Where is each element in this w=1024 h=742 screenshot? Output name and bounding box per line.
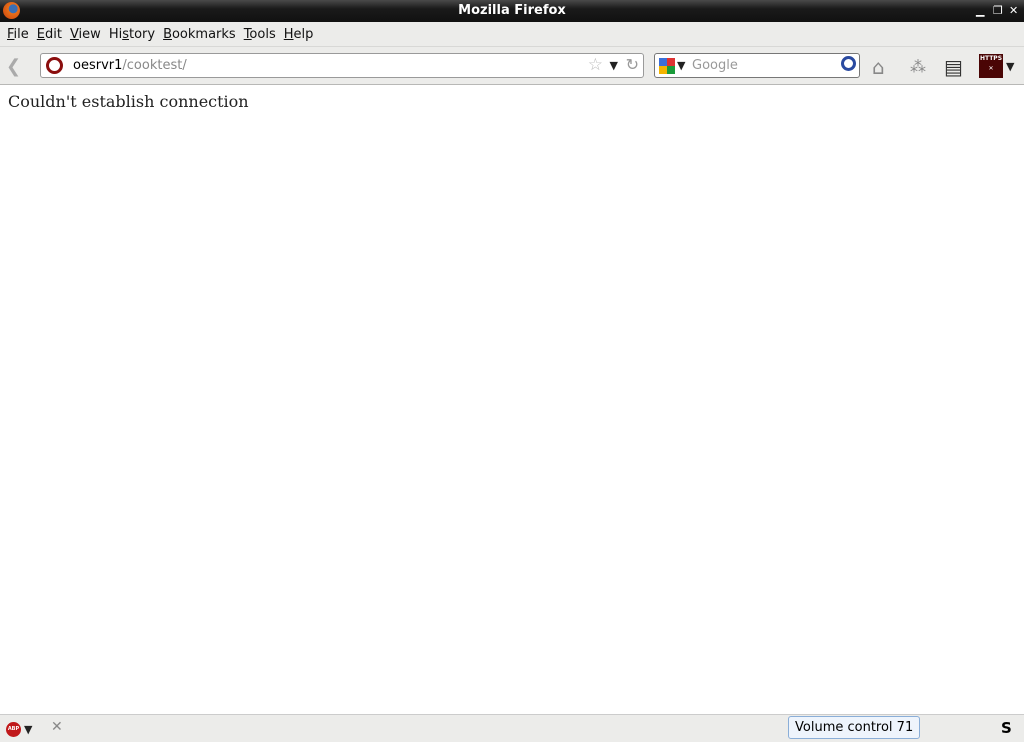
reload-icon[interactable]: ↻ [626,55,639,74]
menu-help[interactable]: HelpH [280,27,318,42]
error-message: Couldn't establish connection [8,92,249,111]
restore-icon[interactable]: ❐ [993,0,1003,22]
firefox-logo-icon [3,2,20,19]
url-text[interactable]: oesrvr1/cooktest/ [73,58,187,73]
adblock-icon[interactable]: ABP [6,722,21,737]
access-key-underline: B [163,27,172,42]
home-icon[interactable]: ⌂ [872,55,885,79]
access-key-underline: T [244,27,252,42]
volume-control[interactable]: Volume control 71 [788,716,921,739]
access-key-underline: E [37,27,45,42]
adblock-dropdown-icon[interactable]: ▼ [24,723,32,736]
access-key-underline: H [284,27,294,42]
close-icon[interactable]: ✕ [51,719,63,735]
search-engine-icon[interactable] [659,58,675,74]
search-icon[interactable] [841,56,856,71]
https-dropdown-icon[interactable]: ▼ [1006,60,1014,73]
menu-file[interactable]: FileF [3,27,33,42]
access-key-underline: His [109,27,129,42]
https-everywhere-icon[interactable]: HTTPS ✕ [979,54,1003,78]
access-key-underline: F [7,27,14,42]
navigation-toolbar: ❮ oesrvr1/cooktest/ ☆ ▼ ↻ ▼ Google ⌂ ⁂ ▤… [0,46,1024,85]
minimize-icon[interactable]: ▁ [976,0,984,22]
menu-bookmarks[interactable]: BookmarksB [159,27,240,42]
search-input[interactable]: Google [692,58,738,73]
menu-bar: FileF EditE ViewV HistoryHis BookmarksB … [0,22,1024,46]
title-bar: Mozilla Firefox ▁ ❐ ✕ [0,0,1024,22]
site-identity-icon[interactable] [46,57,63,74]
close-icon[interactable]: ✕ [1009,0,1018,22]
print-icon[interactable]: ▤ [944,55,963,79]
window-title: Mozilla Firefox [458,3,566,18]
menu-edit[interactable]: EditE [33,27,66,42]
extension-icon[interactable]: ⁂ [910,57,926,76]
s-addon-icon[interactable]: S [1001,719,1012,737]
access-key-underline: V [70,27,79,42]
history-dropdown-icon[interactable]: ▼ [610,59,618,72]
bookmark-star-icon[interactable]: ☆ [588,55,603,75]
url-bar[interactable]: oesrvr1/cooktest/ ☆ ▼ ↻ [40,53,644,78]
menu-view[interactable]: ViewV [66,27,105,42]
status-bar: ABP ▼ ✕ Volume control 71 S [0,714,1024,742]
menu-history[interactable]: HistoryHis [105,27,159,42]
back-button[interactable]: ❮ [6,56,21,77]
menu-tools[interactable]: ToolsT [240,27,280,42]
engine-dropdown-icon[interactable]: ▼ [677,59,685,72]
search-box[interactable]: ▼ Google [654,53,860,78]
